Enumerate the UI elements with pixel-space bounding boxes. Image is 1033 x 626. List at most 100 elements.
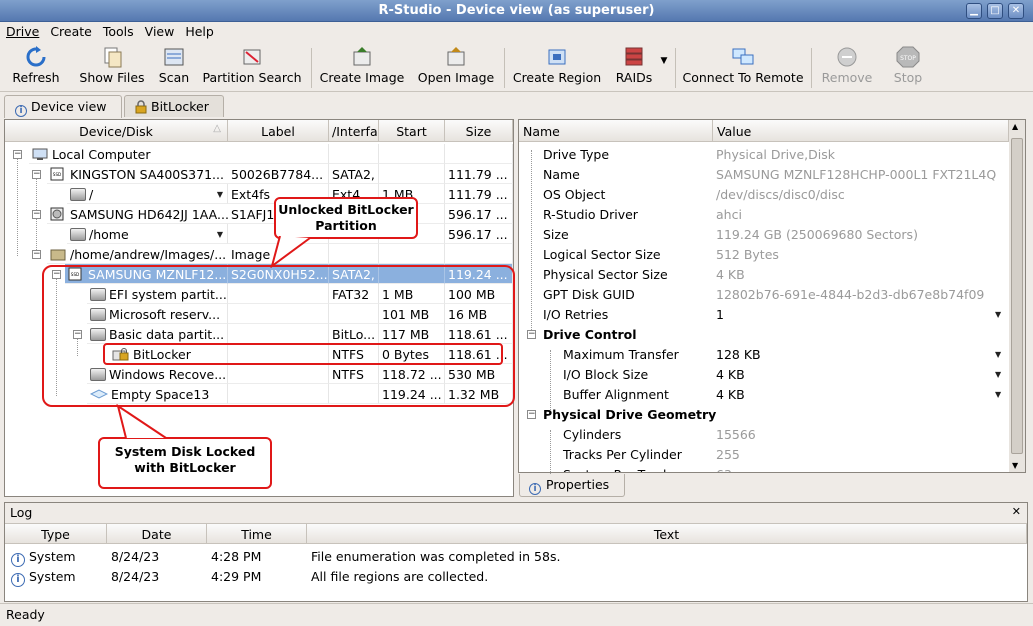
collapse-icon[interactable]: −	[32, 170, 41, 179]
collapse-icon[interactable]: −	[13, 150, 22, 159]
tree-row-kingston[interactable]: − SSD KINGSTON SA400S371... 50026B7784...…	[5, 164, 513, 184]
column-header-device[interactable]: Device/Disk △	[5, 120, 228, 142]
dropdown-arrow-icon[interactable]: ▼	[995, 310, 1001, 319]
menu-drive[interactable]: Drive	[0, 22, 44, 39]
property-max-transfer[interactable]: Maximum Transfer 128 KB ▼	[519, 344, 1009, 364]
property-tracks-per-cylinder[interactable]: Tracks Per Cylinder 255	[519, 444, 1009, 464]
scan-button[interactable]: Scan	[156, 46, 192, 90]
info-icon: i	[11, 573, 25, 587]
device-start	[379, 144, 445, 164]
open-image-button[interactable]: Open Image	[416, 46, 496, 90]
property-name[interactable]: Name SAMSUNG MZNLF128HCHP-000L1 FXT21L4Q	[519, 164, 1009, 184]
property-io-block-size[interactable]: I/O Block Size 4 KB ▼	[519, 364, 1009, 384]
tree-row-samsung-hd[interactable]: − SAMSUNG HD642JJ 1AA... S1AFJ1... 596.1…	[5, 204, 513, 224]
callout-pointer	[270, 236, 311, 268]
dropdown-arrow-icon[interactable]: ▼	[217, 230, 223, 239]
raids-button[interactable]: RAIDs	[612, 46, 656, 90]
remove-button[interactable]: Remove	[818, 46, 876, 90]
property-group-geometry[interactable]: − Physical Drive Geometry	[519, 404, 1009, 424]
dropdown-arrow-icon[interactable]: ▼	[995, 390, 1001, 399]
tab-properties[interactable]: i Properties	[519, 474, 625, 497]
tree-row-image[interactable]: − /home/andrew/Images/... Image	[5, 244, 513, 264]
close-button[interactable]: ✕	[1008, 3, 1024, 19]
collapse-icon[interactable]: −	[527, 410, 536, 419]
property-logical-sector[interactable]: Logical Sector Size 512 Bytes	[519, 244, 1009, 264]
connect-to-remote-button[interactable]: Connect To Remote	[682, 46, 804, 90]
property-drive-type[interactable]: Drive Type Physical Drive,Disk	[519, 144, 1009, 164]
scroll-down-icon[interactable]: ▼	[1012, 461, 1018, 470]
minimize-button[interactable]: ▁	[966, 3, 982, 19]
log-table: Type Date Time Text i System 8/24/23 4:28…	[5, 523, 1027, 601]
tree-row-root-partition[interactable]: / ▼ Ext4fs Ext4... 1 MB 111.79 ...	[5, 184, 513, 204]
stop-button[interactable]: STOP Stop	[888, 46, 928, 90]
scroll-up-icon[interactable]: ▲	[1012, 122, 1018, 131]
menu-tools[interactable]: Tools	[97, 22, 139, 39]
collapse-icon[interactable]: −	[32, 210, 41, 219]
maximize-button[interactable]: □	[987, 3, 1003, 19]
device-start	[379, 244, 445, 264]
property-driver[interactable]: R-Studio Driver ahci	[519, 204, 1009, 224]
scrollbar-thumb[interactable]	[1011, 138, 1023, 454]
dropdown-arrow-icon[interactable]: ▼	[995, 350, 1001, 359]
property-os-object[interactable]: OS Object/dev/discs/disc0/disc	[519, 184, 1009, 204]
create-image-icon	[350, 46, 374, 68]
device-name: Local Computer	[52, 147, 151, 162]
create-image-button[interactable]: Create Image	[318, 46, 406, 90]
log-row[interactable]: i System 8/24/23 4:28 PM File enumeration…	[5, 546, 1027, 567]
device-start	[379, 164, 445, 184]
property-size[interactable]: Size 119.24 GB (250069680 Sectors)	[519, 224, 1009, 244]
column-header-interface[interactable]: /Interfa	[329, 120, 379, 142]
partition-search-button[interactable]: Partition Search	[202, 46, 302, 90]
device-label	[228, 144, 329, 164]
property-group-drive-control[interactable]: − Drive Control	[519, 324, 1009, 344]
device-size: 596.17 ...	[445, 204, 513, 224]
log-column-date[interactable]: Date	[107, 524, 207, 544]
log-row[interactable]: i System 8/24/23 4:29 PM All file regions…	[5, 566, 1027, 587]
log-column-text[interactable]: Text	[307, 524, 1027, 544]
tree-row-local-computer[interactable]: − Local Computer	[5, 144, 513, 164]
column-header-value[interactable]: Value	[713, 120, 1009, 142]
tab-bitlocker[interactable]: BitLocker	[124, 95, 224, 117]
property-io-retries[interactable]: I/O Retries 1 ▼	[519, 304, 1009, 324]
menu-help[interactable]: Help	[179, 22, 219, 39]
log-column-type[interactable]: Type	[5, 524, 107, 544]
partition-search-icon	[240, 46, 264, 68]
tab-device-view[interactable]: i Device view	[4, 95, 122, 118]
property-cylinders[interactable]: Cylinders 15566	[519, 424, 1009, 444]
log-column-time[interactable]: Time	[207, 524, 307, 544]
device-size: 111.79 ...	[445, 184, 513, 204]
column-header-size[interactable]: Size	[445, 120, 513, 142]
tab-bitlocker-label: BitLocker	[151, 99, 209, 114]
create-region-button[interactable]: Create Region	[512, 46, 602, 90]
menu-create[interactable]: Create	[44, 22, 97, 39]
callout-pointer	[116, 404, 167, 439]
dropdown-arrow-icon[interactable]: ▼	[217, 190, 223, 199]
column-header-name[interactable]: Name	[519, 120, 713, 142]
image-file-icon	[50, 247, 70, 262]
device-size	[445, 144, 513, 164]
collapse-icon[interactable]: −	[527, 330, 536, 339]
show-files-button[interactable]: Show Files	[78, 46, 146, 90]
partition-search-label: Partition Search	[202, 70, 302, 85]
device-interface: SATA2, SSD	[329, 164, 379, 184]
column-header-start[interactable]: Start	[379, 120, 445, 142]
computer-icon	[32, 147, 52, 162]
tab-properties-label: Properties	[546, 477, 610, 492]
refresh-button[interactable]: Refresh	[8, 46, 64, 90]
properties-scrollbar[interactable]: ▲ ▼	[1009, 120, 1025, 472]
property-buffer-alignment[interactable]: Buffer Alignment 4 KB ▼	[519, 384, 1009, 404]
info-icon: i	[15, 100, 31, 117]
collapse-icon[interactable]: −	[32, 250, 41, 259]
create-region-label: Create Region	[512, 70, 602, 85]
property-gpt-guid[interactable]: GPT Disk GUID 12802b76-691e-4844-b2d3-db6…	[519, 284, 1009, 304]
property-sectors-per-track[interactable]: Sectors Per Track63	[519, 464, 1009, 472]
menu-view[interactable]: View	[139, 22, 180, 39]
column-header-label[interactable]: Label	[228, 120, 329, 142]
dropdown-arrow-icon[interactable]: ▼	[995, 370, 1001, 379]
stop-icon-text: STOP	[900, 55, 916, 62]
log-close-icon[interactable]: ✕	[1012, 505, 1021, 518]
show-files-icon	[100, 46, 124, 68]
property-physical-sector[interactable]: Physical Sector Size 4 KB	[519, 264, 1009, 284]
raids-dropdown-arrow-icon[interactable]: ▼	[657, 56, 671, 70]
tree-row-home-partition[interactable]: /home ▼ 596.17 ...	[5, 224, 513, 244]
